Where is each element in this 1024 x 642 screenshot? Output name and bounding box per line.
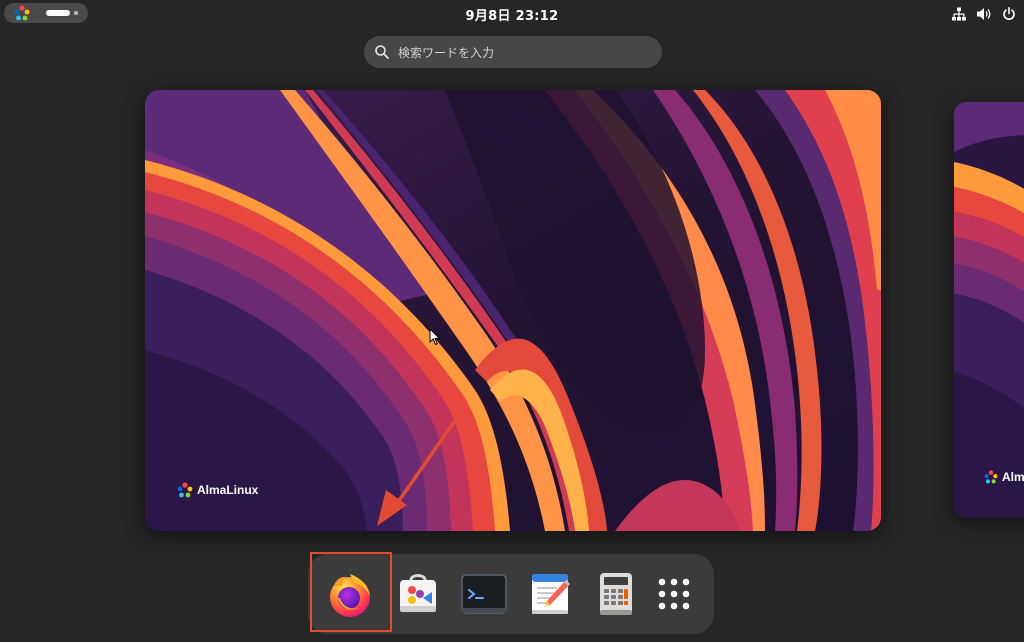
mouse-cursor-icon [429, 328, 441, 346]
almalinux-brand-text: AlmaLinux [1002, 470, 1024, 484]
app-grid-icon [658, 578, 690, 610]
almalinux-logo-icon [984, 470, 998, 484]
workspace-thumbnail-current[interactable]: AlmaLinux [145, 90, 881, 531]
almalinux-logo-icon [177, 482, 193, 498]
dash-item-calculator[interactable] [590, 568, 642, 620]
power-icon[interactable] [1002, 7, 1016, 21]
dash-item-show-applications[interactable] [648, 568, 700, 620]
almalinux-brand: AlmaLinux [984, 470, 1024, 484]
dash-item-terminal[interactable] [458, 568, 510, 620]
software-store-icon [400, 574, 436, 612]
desktop-wallpaper [954, 102, 1024, 518]
search-icon [375, 45, 389, 59]
dash-item-software[interactable] [392, 568, 444, 620]
firefox-icon [330, 574, 370, 617]
text-editor-icon [532, 574, 570, 614]
calculator-icon [600, 573, 632, 615]
desktop-wallpaper [145, 90, 881, 531]
terminal-icon [461, 574, 507, 614]
top-bar: 9月8日 23:12 [0, 0, 1024, 28]
dash [308, 554, 714, 634]
workspace-thumbnail-next[interactable]: AlmaLinux [954, 102, 1024, 518]
almalinux-brand: AlmaLinux [177, 482, 258, 498]
search-input[interactable] [396, 42, 650, 64]
almalinux-brand-text: AlmaLinux [197, 483, 259, 497]
system-tray[interactable] [952, 5, 1016, 23]
dash-item-text-editor[interactable] [524, 568, 576, 620]
volume-icon[interactable] [976, 7, 992, 21]
network-icon[interactable] [952, 7, 966, 21]
clock[interactable]: 9月8日 23:12 [0, 5, 1024, 24]
search-bar[interactable] [364, 36, 662, 68]
dash-item-firefox[interactable] [324, 568, 376, 620]
